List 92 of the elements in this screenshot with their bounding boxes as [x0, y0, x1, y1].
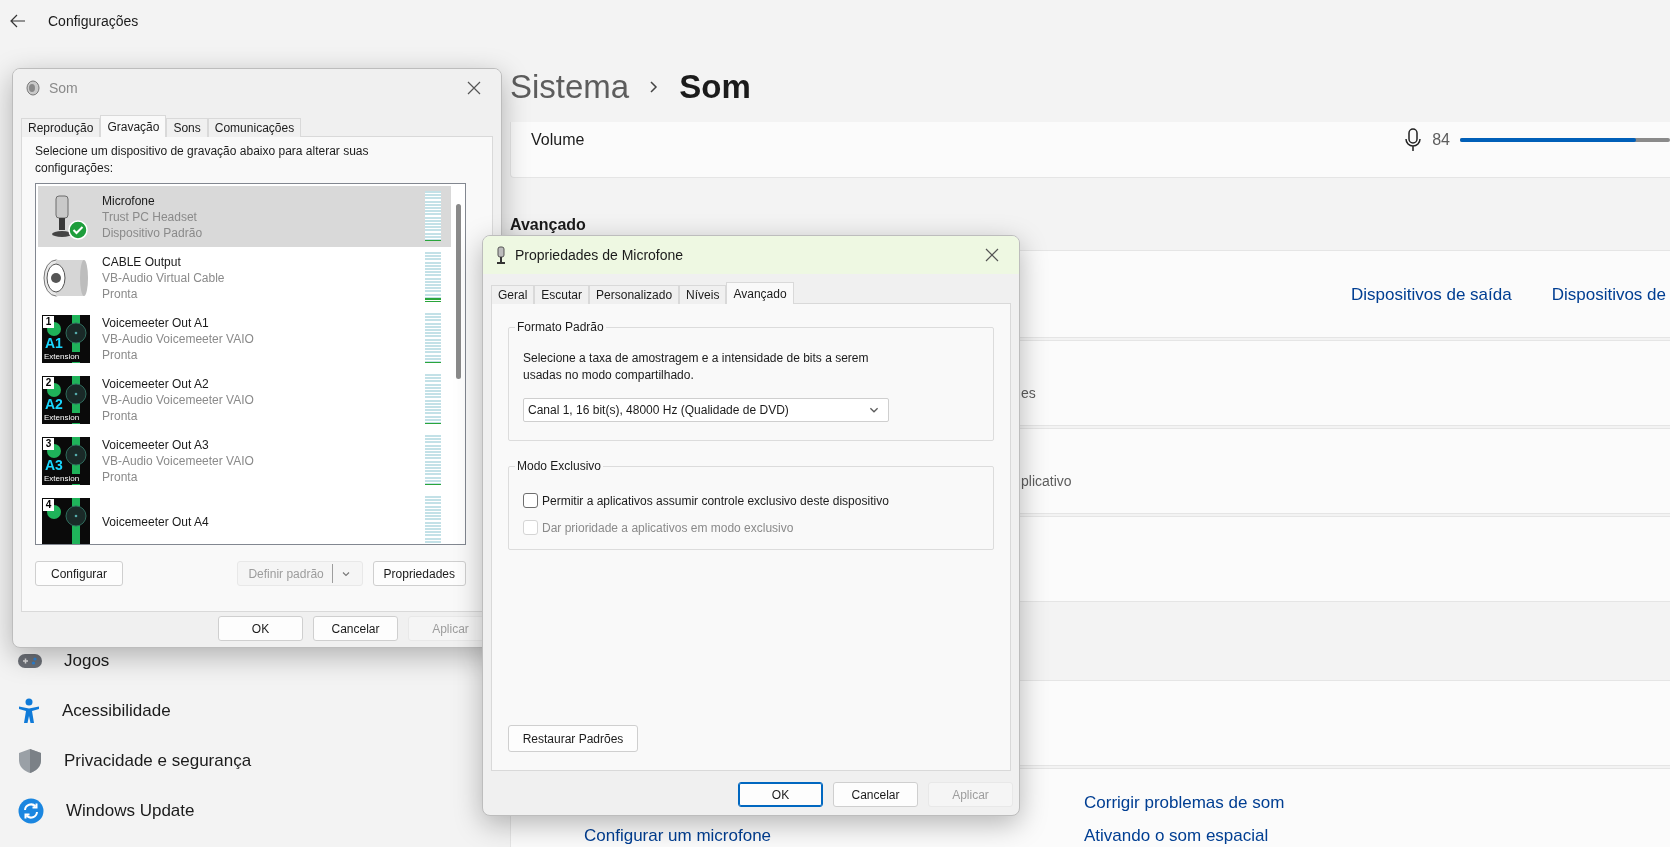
close-icon [985, 248, 999, 262]
level-meter [425, 374, 441, 424]
speaker-icon [25, 80, 41, 96]
close-icon [467, 81, 481, 95]
device-link[interactable]: Dispositivos de saída [1351, 284, 1512, 304]
tab[interactable]: Escutar [534, 285, 590, 304]
device-name: Microfone [102, 192, 156, 209]
device-name: Voicemeeter Out A1 [102, 314, 210, 331]
device-description: Trust PC Headset [102, 208, 198, 225]
device-row[interactable]: 4 Voicemeeter Out A4 [38, 491, 451, 544]
volume-slider[interactable] [1460, 137, 1670, 142]
gamepad-icon [18, 653, 42, 669]
icon-label: A1 [45, 335, 63, 350]
properties-button[interactable]: Propriedades [372, 561, 466, 586]
device-name: Voicemeeter Out A2 [102, 375, 210, 392]
instruction-text: Selecione um dispositivo de gravação abaixo para alterar suas configurações: [35, 143, 370, 177]
device-status: Pronta [102, 407, 139, 424]
microphone-icon [495, 246, 507, 264]
scrollbar[interactable] [455, 204, 461, 379]
restore-defaults-button[interactable]: Restaurar Padrões [508, 725, 638, 752]
device-description: VB-Audio Voicemeeter VAIO [102, 452, 255, 469]
device-status: Dispositivo Padrão [102, 224, 204, 241]
device-name: CABLE Output [102, 253, 182, 270]
sidebar-item[interactable]: Windows Update [0, 786, 510, 836]
window-title: Som [49, 80, 78, 96]
tab[interactable]: Gravação [100, 115, 167, 137]
icon-label: A3 [45, 457, 63, 472]
shield-icon [18, 748, 42, 774]
tab[interactable]: Geral [491, 285, 535, 304]
help-link[interactable]: Configurar um microfone [584, 826, 1084, 845]
device-row[interactable]: 3 A3 Extension Voicemeeter Out A3 VB-Audio Voicemeeter VAIO Pronta [38, 430, 451, 491]
volume-label: Volume [531, 130, 586, 149]
group-description: Selecione a taxa de amostragem e a intensidade de bits a serem usadas no modo compartilhado. [523, 350, 870, 384]
tab[interactable]: Níveis [679, 285, 727, 304]
device-status: Pronta [102, 346, 139, 363]
page-title: Som [679, 68, 751, 106]
sidebar-item[interactable]: Privacidade e segurança [0, 736, 510, 786]
device-row[interactable]: Microfone Trust PC Headset Dispositivo Padrão [38, 186, 451, 247]
icon-caption: Extension [43, 412, 81, 423]
tab[interactable]: Sons [166, 118, 208, 137]
tab[interactable]: Personalizado [589, 285, 680, 304]
chevron-icon [649, 80, 660, 94]
setting-subtitle: es [1021, 385, 1036, 401]
group-title: Formato Padrão [516, 320, 605, 334]
setting-subtitle: plicativo [1021, 473, 1072, 489]
number-badge: 4 [43, 498, 54, 511]
breadcrumb-parent[interactable]: Sistema [510, 68, 630, 106]
dialog-button[interactable]: Cancelar [313, 616, 398, 641]
tab[interactable]: Reprodução [21, 118, 101, 137]
dialog-button[interactable]: OK [738, 782, 823, 807]
sidebar-item[interactable]: Acessibilidade [0, 686, 510, 736]
person-icon [18, 698, 40, 724]
device-link[interactable]: Dispositivos de [1551, 284, 1666, 304]
microphone-icon[interactable] [1404, 127, 1423, 152]
level-meter [425, 496, 441, 544]
icon-label: A2 [45, 396, 63, 411]
back-arrow-icon[interactable] [10, 14, 26, 28]
app-icon [42, 497, 90, 544]
icon-caption: Extension [43, 473, 81, 484]
section-title: Avançado [510, 215, 587, 235]
volume-reading: 84 [1432, 130, 1450, 149]
device-row[interactable]: 2 A2 Extension Voicemeeter Out A2 VB-Audio Voicemeeter VAIO Pronta [38, 369, 451, 430]
tab[interactable]: Comunicações [207, 118, 302, 137]
device-description: VB-Audio Voicemeeter VAIO [102, 330, 255, 347]
help-link[interactable]: Ativando o som espacial [1084, 826, 1670, 845]
app-title: Configurações [48, 13, 139, 29]
device-description: VB-Audio Virtual Cable [102, 269, 226, 286]
group-title: Modo Exclusivo [516, 459, 603, 473]
device-name: Voicemeeter Out A3 [102, 436, 210, 453]
dialog-button[interactable]: OK [218, 616, 303, 641]
device-description: VB-Audio Voicemeeter VAIO [102, 391, 255, 408]
checkbox-option[interactable]: Permitir a aplicativos assumir controle exclusivo deste dispositivo [523, 493, 889, 508]
number-badge: 1 [43, 315, 54, 328]
number-badge: 2 [43, 376, 54, 389]
format-dropdown[interactable]: Canal 1, 16 bit(s), 48000 Hz (Qualidade de DVD) [523, 398, 889, 422]
device-status: Pronta [102, 468, 139, 485]
number-badge: 3 [43, 437, 54, 450]
level-meter [425, 313, 441, 363]
tab[interactable]: Avançado [726, 282, 794, 304]
device-row[interactable]: CABLE Output VB-Audio Virtual Cable Pronta [38, 247, 451, 308]
device-name: Voicemeeter Out A4 [102, 513, 210, 530]
device-status: Pronta [102, 285, 139, 302]
help-link[interactable]: Corrigir problemas de som [1084, 793, 1670, 812]
level-meter [425, 435, 441, 485]
level-meter [425, 252, 441, 302]
level-meter [425, 191, 441, 241]
configure-button[interactable]: Configurar [35, 561, 123, 586]
update-icon [18, 798, 44, 824]
dialog-button[interactable]: Cancelar [833, 782, 918, 807]
icon-caption: Extension [43, 351, 81, 362]
window-title: Propriedades de Microfone [515, 247, 684, 263]
device-row[interactable]: 1 A1 Extension Voicemeeter Out A1 VB-Audio Voicemeeter VAIO Pronta [38, 308, 451, 369]
